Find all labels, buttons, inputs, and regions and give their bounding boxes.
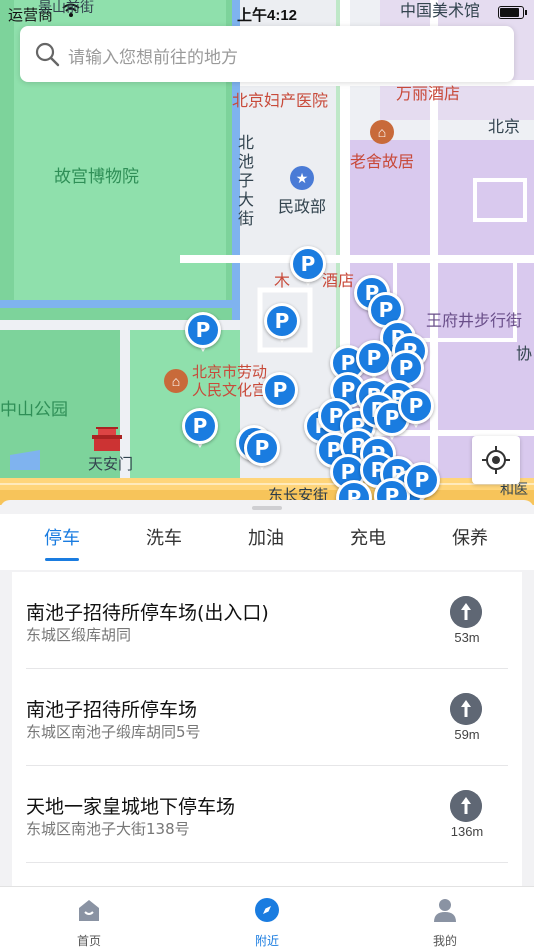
parking-pin[interactable]: P	[290, 246, 326, 290]
tab-carwash[interactable]: 洗车	[124, 524, 204, 550]
tab-active-indicator	[45, 558, 79, 561]
list-item-distance: 136m	[450, 824, 484, 839]
parking-list: 南池子招待所停车场(出入口) 东城区缎库胡同 53m 南池子招待所停车场 东城区…	[12, 572, 522, 886]
list-item-address: 东城区南池子缎库胡同5号	[26, 723, 201, 741]
museum-icon[interactable]: ⌂	[370, 120, 394, 144]
list-item[interactable]: 天地一家皇城地下停车场 东城区南池子大街138号 136m	[12, 766, 522, 863]
tabbar-home[interactable]: 首页	[49, 897, 129, 949]
map-label-minzheng[interactable]: 民政部	[278, 193, 326, 217]
tabbar-nearby[interactable]: 附近	[227, 897, 307, 949]
tab-parking[interactable]: 停车	[22, 524, 102, 550]
list-item-distance: 59m	[454, 727, 480, 742]
map-view[interactable]: 运营商 上午4:12 景山前街 中国美术馆 北京妇产医院 万丽酒店 北京 ⌂ 老…	[0, 0, 534, 505]
parking-pin[interactable]: P	[185, 312, 221, 356]
map-label-beijing-right: 北京	[488, 117, 521, 136]
list-item[interactable]: 南池子招待所停车场(出入口) 东城区缎库胡同 53m	[12, 572, 522, 669]
bottom-tab-bar: 首页 附近 我的	[0, 886, 534, 950]
list-item-partial[interactable]	[12, 863, 522, 886]
list-item-address: 东城区缎库胡同	[26, 626, 132, 644]
parking-pin[interactable]: P	[182, 408, 218, 452]
parking-pin[interactable]: P	[262, 372, 298, 416]
parking-pin[interactable]: P	[264, 303, 300, 347]
battery-fill	[500, 8, 519, 17]
museum-icon-2[interactable]: ⌂	[164, 369, 188, 393]
search-placeholder[interactable]: 请输入您想前往的地方	[68, 43, 238, 68]
tab-fuel[interactable]: 加油	[226, 524, 306, 550]
map-label-fuchan[interactable]: 北京妇产医院	[232, 87, 328, 111]
list-item-distance: 53m	[454, 630, 480, 645]
tiananmen-icon[interactable]	[92, 425, 122, 451]
compass-icon	[255, 898, 279, 922]
map-label-palace[interactable]: 故宫博物院	[54, 162, 139, 187]
tabbar-mine[interactable]: 我的	[405, 897, 485, 949]
home-icon	[79, 900, 99, 921]
search-icon	[35, 42, 60, 67]
map-label-tiananmen[interactable]: 天安门	[88, 453, 133, 474]
navigate-icon[interactable]	[450, 693, 482, 725]
nearby-sheet: 停车 洗车 加油 充电 保养 南池子招待所停车场(出入口) 东城区缎库胡同 53…	[0, 500, 534, 886]
list-item-address: 东城区南池子大街138号	[26, 820, 190, 838]
navigate-icon[interactable]	[450, 790, 482, 822]
tab-charging[interactable]: 充电	[328, 524, 408, 550]
list-item-title: 南池子招待所停车场(出入口)	[26, 602, 269, 624]
user-icon	[434, 899, 456, 922]
list-item-title: 南池子招待所停车场	[26, 699, 198, 721]
search-bar[interactable]: 请输入您想前往的地方	[20, 26, 514, 82]
map-label-hotel[interactable]: 酒店	[322, 267, 354, 291]
tab-maintenance[interactable]: 保养	[430, 524, 510, 550]
parking-pin[interactable]: P	[398, 388, 434, 432]
tabbar-nearby-label: 附近	[254, 934, 279, 948]
battery-icon	[498, 6, 527, 19]
map-label-laoshe[interactable]: 老舍故居	[350, 148, 414, 172]
government-icon[interactable]: ★	[290, 166, 314, 190]
sheet-handle[interactable]	[252, 506, 282, 510]
parking-pin[interactable]: P	[244, 430, 280, 474]
locate-button[interactable]	[472, 436, 520, 484]
map-label-mu[interactable]: 木	[274, 267, 290, 291]
list-item-title: 天地一家皇城地下停车场	[26, 796, 236, 818]
map-label-meishuguan: 中国美术馆	[400, 1, 481, 20]
tabbar-home-label: 首页	[76, 934, 101, 948]
map-label-xie: 协	[516, 344, 533, 363]
map-label-zhongshan[interactable]: 中山公园	[0, 395, 68, 420]
map-label-top-cut: 景山前街	[38, 0, 94, 16]
map-label-nanchizi-street: 北池子大街	[238, 133, 255, 228]
list-item[interactable]: 南池子招待所停车场 东城区南池子缎库胡同5号 59m	[12, 669, 522, 766]
tabbar-mine-label: 我的	[432, 934, 457, 948]
map-label-wangfujing[interactable]: 王府井步行街	[426, 307, 522, 331]
navigate-icon[interactable]	[450, 596, 482, 628]
crosshair-icon	[482, 446, 510, 474]
map-label-wanli[interactable]: 万丽酒店	[396, 80, 460, 104]
parking-pin[interactable]: P	[404, 462, 440, 505]
category-tabs: 停车 洗车 加油 充电 保养	[0, 514, 534, 570]
